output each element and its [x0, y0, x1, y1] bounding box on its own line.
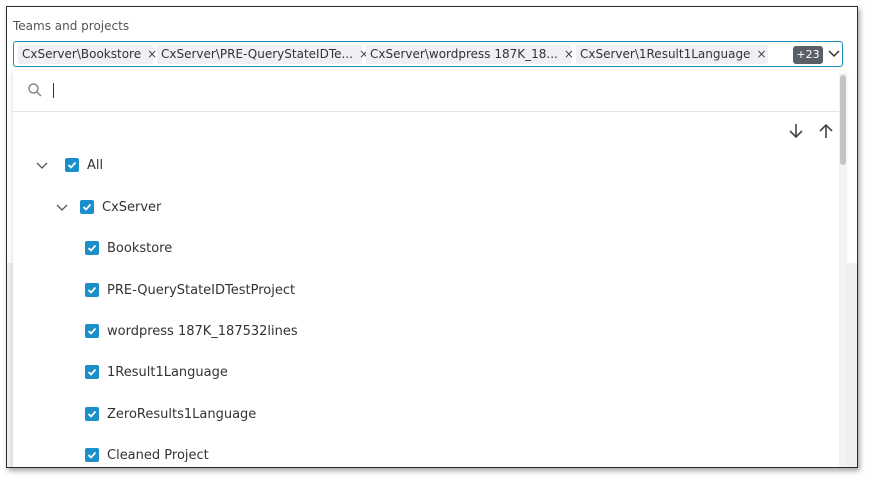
check-icon: [87, 368, 97, 376]
tree-item-cxserver[interactable]: CxServer: [13, 197, 313, 219]
chevron-down-icon[interactable]: [826, 44, 842, 64]
tree-item-all[interactable]: All: [13, 155, 313, 177]
arrow-up-icon[interactable]: [817, 122, 835, 140]
teams-projects-select[interactable]: CxServer\Bookstore × CxServer\PRE-QuerySt…: [13, 41, 843, 67]
text-cursor: [53, 83, 54, 98]
search-input[interactable]: [49, 79, 749, 101]
chevron-down-icon[interactable]: [35, 158, 49, 172]
checkbox-cxserver[interactable]: [80, 200, 94, 214]
selected-chip: CxServer\PRE-QueryStateIDTe... ×: [157, 45, 369, 64]
tree-item-label: Cleaned Project: [107, 448, 209, 463]
tree-item-project[interactable]: Bookstore: [13, 238, 413, 260]
chip-remove-icon[interactable]: ×: [147, 47, 157, 61]
arrow-down-icon[interactable]: [787, 122, 805, 140]
more-selected-badge[interactable]: +23: [793, 46, 823, 64]
teams-projects-panel: Teams and projects CxServer\Bookstore × C…: [6, 6, 858, 468]
chip-label: CxServer\Bookstore: [22, 47, 142, 61]
tree-item-project[interactable]: Cleaned Project: [13, 445, 413, 467]
check-icon: [82, 203, 92, 211]
check-icon: [87, 327, 97, 335]
selected-chip: CxServer\wordpress 187K_18... ×: [366, 45, 574, 64]
checkbox-project[interactable]: [85, 407, 99, 421]
tree-item-project[interactable]: 1Result1Language: [13, 362, 413, 384]
tree-item-label: PRE-QueryStateIDTestProject: [107, 283, 296, 298]
check-icon: [87, 244, 97, 252]
check-icon: [87, 410, 97, 418]
search-icon: [28, 83, 42, 97]
chip-remove-icon[interactable]: ×: [756, 47, 766, 61]
tree-item-label: All: [87, 158, 104, 173]
tree-item-label: CxServer: [102, 200, 162, 215]
tree-item-label: 1Result1Language: [107, 365, 228, 380]
teams-projects-dropdown: All CxServer Bookstore PRE-QueryStateIDT…: [13, 71, 847, 467]
chevron-down-icon[interactable]: [55, 200, 69, 214]
chip-label: CxServer\1Result1Language: [580, 47, 751, 61]
chip-remove-icon[interactable]: ×: [564, 47, 574, 61]
tree-item-project[interactable]: ZeroResults1Language: [13, 404, 413, 426]
scrollbar-thumb[interactable]: [840, 75, 846, 165]
checkbox-project[interactable]: [85, 324, 99, 338]
tree-item-project[interactable]: PRE-QueryStateIDTestProject: [13, 280, 413, 302]
selected-chip: CxServer\1Result1Language ×: [576, 45, 768, 64]
check-icon: [87, 286, 97, 294]
field-label: Teams and projects: [13, 19, 130, 33]
checkbox-project[interactable]: [85, 448, 99, 462]
chip-label: CxServer\PRE-QueryStateIDTe...: [161, 47, 353, 61]
check-icon: [87, 451, 97, 459]
tree-item-label: wordpress 187K_187532lines: [107, 324, 298, 339]
checkbox-project[interactable]: [85, 283, 99, 297]
checkbox-all[interactable]: [65, 158, 79, 172]
search-bar: [13, 71, 843, 112]
tree-item-project[interactable]: wordpress 187K_187532lines: [13, 321, 413, 343]
selected-chip: CxServer\Bookstore ×: [18, 45, 157, 64]
tree-item-label: Bookstore: [107, 241, 173, 256]
check-icon: [67, 161, 77, 169]
tree-item-label: ZeroResults1Language: [107, 407, 257, 422]
checkbox-project[interactable]: [85, 241, 99, 255]
checkbox-project[interactable]: [85, 365, 99, 379]
chip-label: CxServer\wordpress 187K_18...: [370, 47, 558, 61]
